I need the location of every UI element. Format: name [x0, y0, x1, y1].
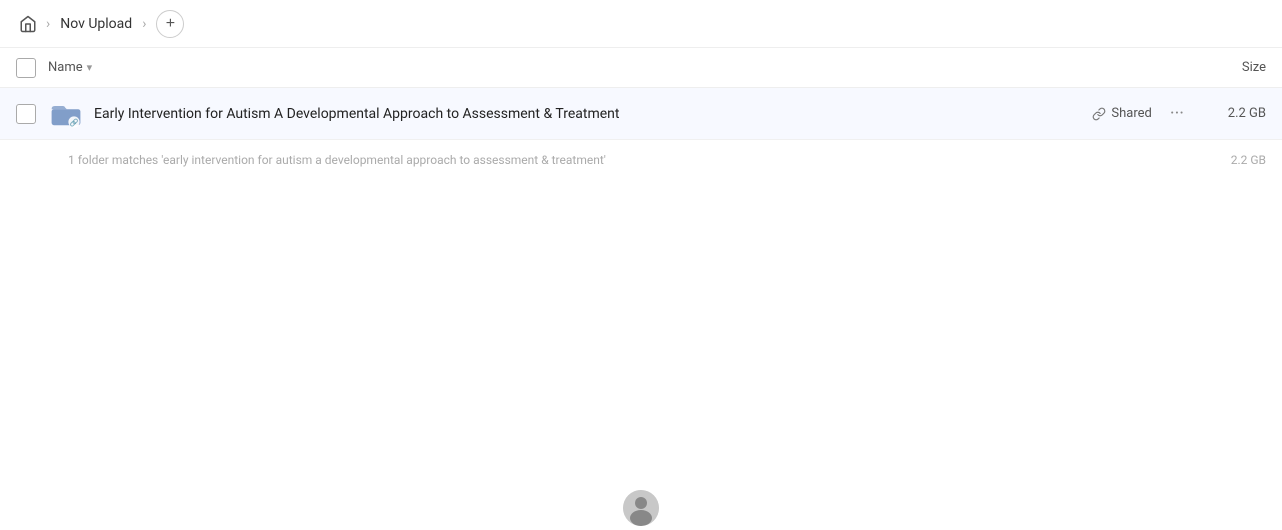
- file-name: Early Intervention for Autism A Developm…: [94, 106, 1092, 122]
- select-all-checkbox[interactable]: [16, 58, 36, 78]
- shared-badge: Shared: [1092, 106, 1151, 121]
- more-options-button[interactable]: ···: [1164, 101, 1190, 126]
- sort-icon: ▾: [87, 61, 93, 74]
- svg-text:🔗: 🔗: [70, 118, 79, 127]
- bottom-area: [623, 490, 659, 530]
- summary-text: 1 folder matches 'early intervention for…: [68, 153, 1206, 167]
- breadcrumb-separator-2: ›: [142, 16, 146, 32]
- breadcrumb-bar: › Nov Upload › +: [0, 0, 1282, 48]
- name-column-header[interactable]: Name ▾: [48, 60, 1186, 75]
- link-icon: [1092, 107, 1106, 121]
- column-header-row: Name ▾ Size: [0, 48, 1282, 88]
- summary-row: 1 folder matches 'early intervention for…: [0, 140, 1282, 180]
- name-column-label: Name: [48, 60, 83, 75]
- breadcrumb-nov-upload[interactable]: Nov Upload: [56, 14, 136, 34]
- breadcrumb-separator-1: ›: [46, 16, 50, 32]
- shared-label: Shared: [1111, 106, 1151, 121]
- folder-icon: 🔗: [48, 96, 84, 132]
- row-checkbox[interactable]: [16, 104, 36, 124]
- summary-size: 2.2 GB: [1206, 153, 1266, 167]
- file-size: 2.2 GB: [1206, 106, 1266, 121]
- size-column-header: Size: [1186, 60, 1266, 75]
- home-icon[interactable]: [16, 12, 40, 36]
- add-button[interactable]: +: [156, 10, 184, 38]
- avatar: [623, 490, 659, 526]
- file-row[interactable]: 🔗 Early Intervention for Autism A Develo…: [0, 88, 1282, 140]
